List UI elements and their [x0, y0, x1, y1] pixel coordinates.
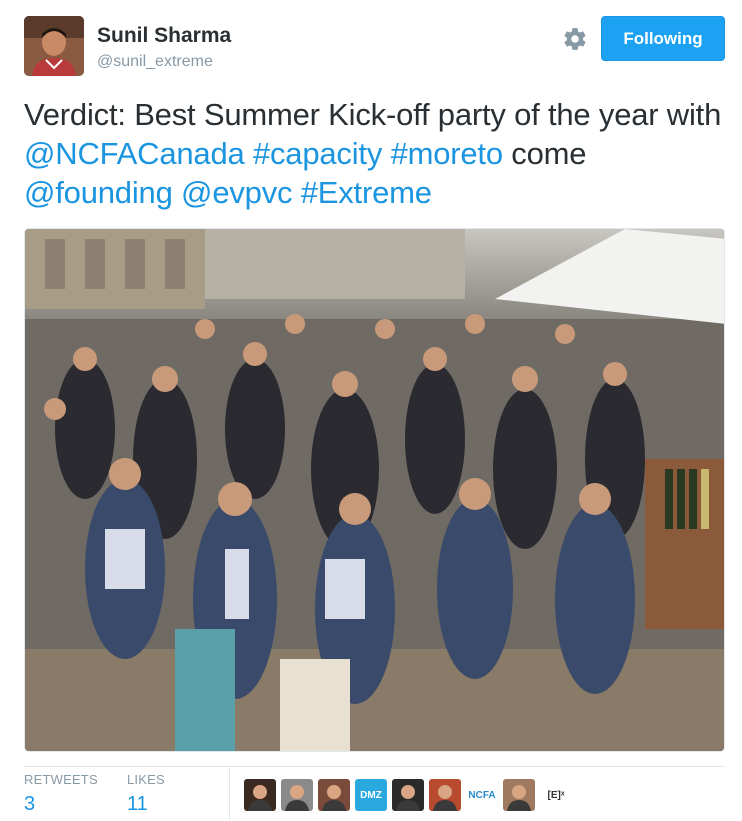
mention-evpvc[interactable]: @evpvc — [181, 175, 292, 210]
likes-count[interactable]: 11 — [127, 793, 165, 816]
user-handle[interactable]: @sunil_extreme — [97, 53, 213, 71]
liker-avatar-2[interactable] — [281, 779, 313, 811]
retweets-count[interactable]: 3 — [24, 793, 98, 816]
liker-avatar-label: NCFA — [468, 789, 496, 801]
following-button[interactable]: Following — [601, 16, 725, 61]
hashtag-moreto[interactable]: #moreto — [391, 136, 504, 171]
retweets-stat[interactable]: RETWEETS 3 — [24, 772, 98, 816]
tweet-text-segment — [382, 136, 390, 171]
tweet-text: Verdict: Best Summer Kick-off party of t… — [24, 95, 724, 212]
liker-avatar-e[interactable]: [E]ˣ — [540, 779, 572, 811]
tweet-text-segment — [173, 175, 181, 210]
liker-avatar-3[interactable] — [318, 779, 350, 811]
likers-avatars: DMZ NCFA [E]ˣ — [244, 779, 572, 811]
gear-icon[interactable] — [562, 26, 588, 52]
tweet-text-segment: Verdict: Best Summer Kick-off party of t… — [24, 97, 722, 132]
liker-avatar-label: DMZ — [360, 789, 382, 801]
retweets-label: RETWEETS — [24, 772, 98, 787]
liker-avatar-8[interactable] — [503, 779, 535, 811]
stats-vertical-divider — [229, 768, 230, 820]
tweet-text-segment — [292, 175, 300, 210]
stats-divider-line — [24, 766, 725, 767]
hashtag-extreme[interactable]: #Extreme — [301, 175, 432, 210]
liker-avatar-dmz[interactable]: DMZ — [355, 779, 387, 811]
user-name[interactable]: Sunil Sharma — [97, 24, 231, 48]
tweet-text-segment — [245, 136, 253, 171]
likes-stat[interactable]: LIKES 11 — [127, 772, 165, 816]
liker-avatar-1[interactable] — [244, 779, 276, 811]
tweet-photo[interactable] — [24, 228, 725, 752]
liker-avatar-label: [E]ˣ — [547, 789, 565, 801]
mention-ncfacanada[interactable]: @NCFACanada — [24, 136, 245, 171]
likes-label: LIKES — [127, 772, 165, 787]
user-avatar[interactable] — [24, 16, 84, 76]
hashtag-capacity[interactable]: #capacity — [253, 136, 382, 171]
tweet-header: Sunil Sharma @sunil_extreme Following — [24, 16, 725, 78]
liker-avatar-5[interactable] — [392, 779, 424, 811]
liker-avatar-6[interactable] — [429, 779, 461, 811]
tweet-stats: RETWEETS 3 LIKES 11 DMZ NCFA [E]ˣ — [24, 768, 725, 820]
mention-founding[interactable]: @founding — [24, 175, 173, 210]
liker-avatar-ncfa[interactable]: NCFA — [466, 779, 498, 811]
tweet-text-segment: come — [502, 136, 587, 171]
